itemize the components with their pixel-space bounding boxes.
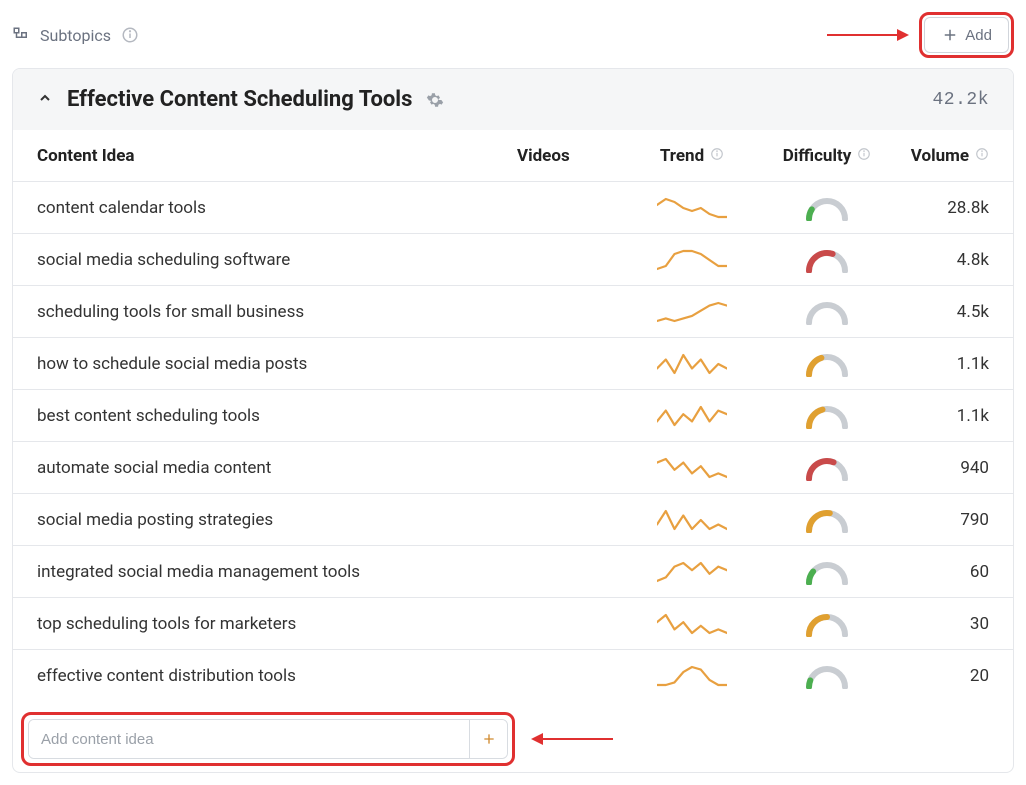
table-row[interactable]: top scheduling tools for marketers 30	[13, 598, 1013, 650]
panel-title: Effective Content Scheduling Tools	[67, 87, 412, 112]
add-button[interactable]: Add	[924, 17, 1009, 53]
cell-difficulty	[757, 663, 897, 689]
col-videos: Videos	[517, 146, 627, 166]
cell-content-idea: effective content distribution tools	[37, 666, 517, 686]
cell-difficulty	[757, 247, 897, 273]
col-trend: Trend	[627, 146, 757, 166]
info-icon[interactable]	[710, 146, 724, 166]
cell-trend	[627, 560, 757, 584]
cell-volume: 790	[897, 510, 989, 530]
cell-trend	[627, 612, 757, 636]
cell-volume: 28.8k	[897, 198, 989, 218]
add-button-label: Add	[965, 27, 992, 44]
cell-trend	[627, 404, 757, 428]
add-content-plus-button[interactable]	[469, 720, 507, 758]
table-row[interactable]: how to schedule social media posts 1.1k	[13, 338, 1013, 390]
cell-volume: 60	[897, 562, 989, 582]
cell-difficulty	[757, 403, 897, 429]
add-content-box	[28, 719, 508, 759]
gear-icon[interactable]	[426, 91, 444, 109]
cell-difficulty	[757, 299, 897, 325]
cell-volume: 1.1k	[897, 354, 989, 374]
table-row[interactable]: scheduling tools for small business 4.5k	[13, 286, 1013, 338]
table-row[interactable]: automate social media content 940	[13, 442, 1013, 494]
cell-content-idea: top scheduling tools for marketers	[37, 614, 517, 634]
cell-trend	[627, 352, 757, 376]
cell-content-idea: social media scheduling software	[37, 250, 517, 270]
info-icon[interactable]	[857, 146, 871, 166]
cell-content-idea: social media posting strategies	[37, 510, 517, 530]
add-content-row	[13, 702, 1013, 772]
chevron-up-icon[interactable]	[37, 90, 53, 110]
add-button-area: Add	[827, 12, 1014, 58]
info-icon[interactable]	[121, 26, 139, 44]
col-difficulty: Difficulty	[757, 146, 897, 166]
section-heading: Subtopics	[12, 26, 139, 45]
cell-difficulty	[757, 507, 897, 533]
cell-difficulty	[757, 455, 897, 481]
topbar: Subtopics Add	[12, 12, 1014, 58]
table-body: content calendar tools 28.8k social medi…	[13, 182, 1013, 702]
cell-content-idea: integrated social media management tools	[37, 562, 517, 582]
cell-content-idea: scheduling tools for small business	[37, 302, 517, 322]
section-label: Subtopics	[40, 26, 111, 45]
cell-volume: 940	[897, 458, 989, 478]
info-icon[interactable]	[975, 146, 989, 166]
cell-content-idea: how to schedule social media posts	[37, 354, 517, 374]
annotation-arrow	[533, 738, 613, 740]
cell-volume: 4.8k	[897, 250, 989, 270]
cell-difficulty	[757, 611, 897, 637]
subtopics-icon	[12, 26, 30, 44]
annotation-arrow	[827, 34, 907, 36]
cell-trend	[627, 456, 757, 480]
table-header: Content Idea Videos Trend Difficulty Vol…	[13, 130, 1013, 182]
annotation-highlight	[21, 712, 515, 766]
subtopic-panel: Effective Content Scheduling Tools 42.2k…	[12, 68, 1014, 773]
annotation-highlight: Add	[919, 12, 1014, 58]
cell-trend	[627, 664, 757, 688]
table-row[interactable]: content calendar tools 28.8k	[13, 182, 1013, 234]
add-content-input[interactable]	[29, 720, 469, 758]
cell-difficulty	[757, 559, 897, 585]
cell-trend	[627, 300, 757, 324]
table-row[interactable]: social media scheduling software 4.8k	[13, 234, 1013, 286]
table-row[interactable]: integrated social media management tools…	[13, 546, 1013, 598]
table-row[interactable]: social media posting strategies 790	[13, 494, 1013, 546]
plus-icon	[941, 26, 959, 44]
col-content-idea: Content Idea	[37, 146, 517, 166]
cell-volume: 20	[897, 666, 989, 686]
cell-content-idea: best content scheduling tools	[37, 406, 517, 426]
table-row[interactable]: effective content distribution tools 20	[13, 650, 1013, 702]
cell-difficulty	[757, 351, 897, 377]
cell-trend	[627, 196, 757, 220]
cell-difficulty	[757, 195, 897, 221]
cell-volume: 30	[897, 614, 989, 634]
col-volume: Volume	[897, 146, 989, 166]
panel-total-volume: 42.2k	[932, 90, 989, 110]
cell-volume: 4.5k	[897, 302, 989, 322]
cell-volume: 1.1k	[897, 406, 989, 426]
cell-content-idea: content calendar tools	[37, 198, 517, 218]
cell-content-idea: automate social media content	[37, 458, 517, 478]
panel-header: Effective Content Scheduling Tools 42.2k	[13, 69, 1013, 130]
cell-trend	[627, 248, 757, 272]
cell-trend	[627, 508, 757, 532]
table-row[interactable]: best content scheduling tools 1.1k	[13, 390, 1013, 442]
